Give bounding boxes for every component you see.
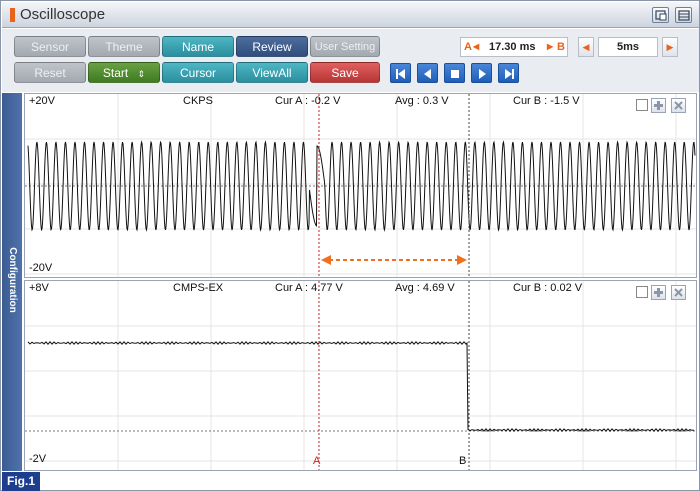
cmps-select-checkbox[interactable] — [636, 286, 648, 298]
channel-panel-ckps: +20V -20V CKPS Cur A : -0.2 V Avg : 0.3 … — [24, 93, 697, 278]
figure-label: Fig.1 — [2, 472, 40, 491]
theme-button[interactable]: Theme — [88, 36, 160, 57]
cursor-delta-box: A ◀ 17.30 ms ▶ B — [460, 37, 568, 57]
left-triangle-icon: ◀ — [473, 42, 480, 51]
ckps-scale-top: +20V — [29, 95, 55, 107]
window-title: Oscilloscope — [20, 6, 106, 23]
ckps-avg: Avg : 0.3 V — [395, 95, 449, 107]
ckps-select-checkbox[interactable] — [636, 99, 648, 111]
start-button[interactable]: Start ⇕ — [88, 62, 160, 83]
plot-grid — [25, 281, 696, 470]
cursor-button[interactable]: Cursor — [162, 62, 234, 83]
cmps-close-icon[interactable] — [671, 285, 686, 300]
ckps-close-icon[interactable] — [671, 98, 686, 113]
title-accent-mark — [10, 8, 15, 22]
save-button[interactable]: Save — [310, 62, 380, 83]
ckps-add-icon[interactable] — [651, 98, 666, 113]
restore-window-icon[interactable] — [652, 7, 669, 23]
start-label: Start — [102, 66, 129, 80]
cursor-span-arrow — [321, 255, 467, 265]
cursor-b-marker: B — [557, 41, 565, 53]
stop-icon[interactable] — [444, 63, 465, 83]
timebase-decrease-button[interactable]: ◀ — [578, 37, 594, 57]
cmps-waveform-plot — [25, 281, 696, 470]
ckps-scale-bottom: -20V — [29, 262, 53, 274]
viewall-button[interactable]: ViewAll — [236, 62, 308, 83]
cursor-delta-value: 17.30 ms — [489, 41, 536, 53]
skip-to-end-icon[interactable] — [498, 63, 519, 83]
timebase-value[interactable]: 5ms — [598, 37, 658, 57]
step-back-icon[interactable] — [417, 63, 438, 83]
name-button[interactable]: Name — [162, 36, 234, 57]
step-forward-icon[interactable] — [471, 63, 492, 83]
cmps-scale-bottom: -2V — [29, 453, 47, 465]
cursor-a-label: A — [313, 455, 321, 467]
cmps-add-icon[interactable] — [651, 285, 666, 300]
cursor-b-label: B — [459, 455, 467, 467]
skip-to-start-icon[interactable] — [390, 63, 411, 83]
review-button[interactable]: Review — [236, 36, 308, 57]
ckps-channel-name: CKPS — [183, 95, 213, 107]
sidebar-label: Configuration — [7, 247, 18, 313]
timebase-increase-button[interactable]: ▶ — [662, 37, 678, 57]
title-bar: Oscilloscope — [2, 2, 699, 28]
cursor-a-marker: A — [464, 41, 472, 53]
cmps-cur-a: Cur A : 4.77 V — [275, 282, 343, 294]
cmps-cur-b: Cur B : 0.02 V — [513, 282, 583, 294]
cmps-channel-name: CMPS-EX — [173, 282, 224, 294]
right-triangle-icon: ▶ — [547, 42, 554, 51]
sensor-button[interactable]: Sensor — [14, 36, 86, 57]
cmps-avg: Avg : 4.69 V — [395, 282, 455, 294]
channel-panel-cmps: +8V -2V CMPS-EX Cur A : 4.77 V Avg : 4.6… — [24, 280, 697, 471]
ckps-waveform-plot — [25, 94, 696, 277]
oscilloscope-window: Oscilloscope Sensor Theme Name Review Us… — [0, 0, 700, 491]
ckps-cur-a: Cur A : -0.2 V — [275, 95, 341, 107]
reset-button[interactable]: Reset — [14, 62, 86, 83]
menu-window-icon[interactable] — [675, 7, 692, 23]
cmps-scale-top: +8V — [29, 282, 49, 294]
configuration-sidebar[interactable]: Configuration — [2, 93, 22, 471]
ckps-cur-b: Cur B : -1.5 V — [513, 95, 580, 107]
cmps-signal-trace — [27, 341, 695, 432]
user-setting-button[interactable]: User Setting — [310, 36, 380, 57]
toolbar: Sensor Theme Name Review User Setting Re… — [2, 29, 699, 92]
updown-arrow-icon: ⇕ — [137, 69, 146, 79]
